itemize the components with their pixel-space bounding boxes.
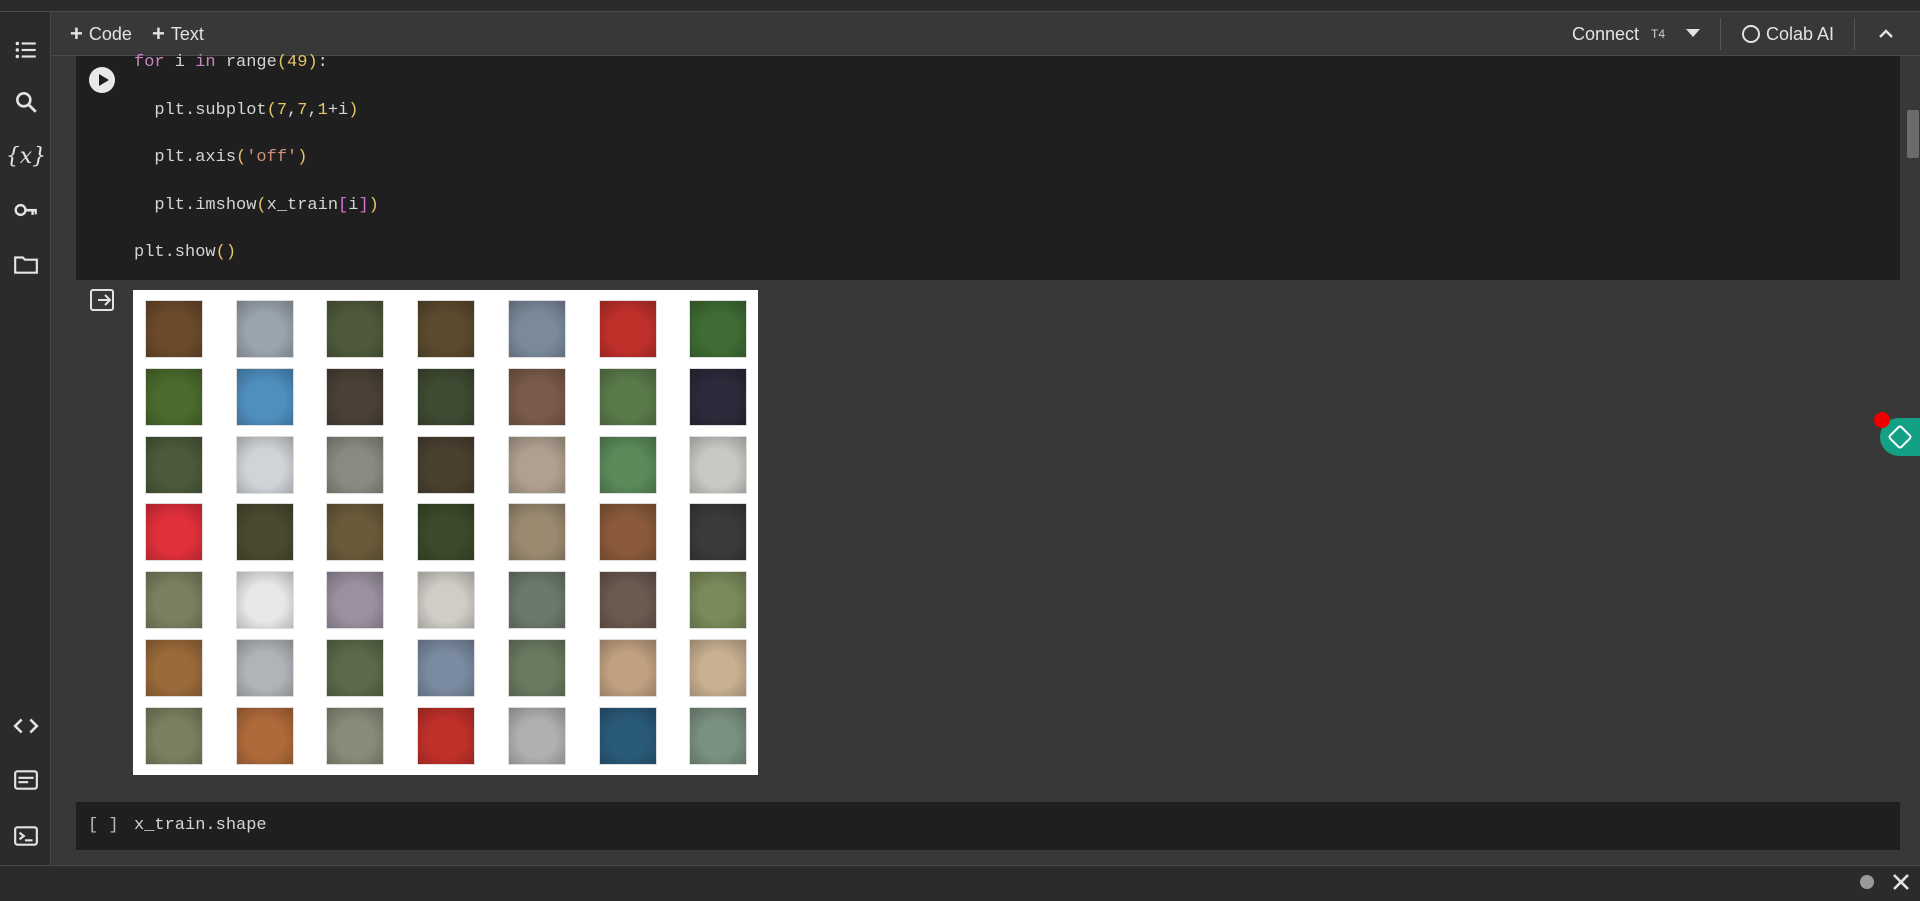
code-cell[interactable] xyxy=(76,802,1900,850)
status-dot-icon xyxy=(1860,875,1874,889)
thumbnail-image xyxy=(145,639,203,697)
thumbnail-image xyxy=(598,571,657,630)
code-line-5: plt.show() xyxy=(134,243,237,262)
code-cell[interactable] xyxy=(76,56,1900,280)
thumbnail-image xyxy=(507,571,566,630)
connect-button[interactable]: Connect T4 xyxy=(1572,21,1665,47)
command-palette-icon[interactable] xyxy=(10,764,42,796)
thumbnail-image xyxy=(235,435,294,494)
thumbnail-image xyxy=(145,300,203,358)
thumbnail-image xyxy=(235,639,294,697)
thumbnail-image xyxy=(507,503,566,562)
runtime-label: T4 xyxy=(1651,27,1666,41)
thumbnail-image xyxy=(326,435,385,494)
add-text-label: Text xyxy=(170,23,204,44)
scrollbar[interactable] xyxy=(1904,56,1920,865)
thumbnail-image xyxy=(235,300,294,358)
toc-icon[interactable] xyxy=(10,34,42,66)
code-line-shape: x_train.shape xyxy=(134,816,267,835)
terminal-icon[interactable] xyxy=(10,820,42,852)
add-text-button[interactable]: + Text xyxy=(152,21,204,47)
thumbnail-image xyxy=(417,435,476,494)
status-bar xyxy=(0,865,1920,901)
thumbnail-image xyxy=(689,435,748,494)
thumbnail-image xyxy=(689,503,748,562)
run-cell-button[interactable] xyxy=(89,67,115,93)
add-code-button[interactable]: + Code xyxy=(70,21,132,47)
left-sidebar: {x} xyxy=(0,12,51,865)
thumbnail-image xyxy=(326,571,385,630)
thumbnail-image xyxy=(145,435,203,494)
thumbnail-image xyxy=(507,706,566,765)
thumbnail-image xyxy=(235,706,294,765)
thumbnail-image xyxy=(689,300,748,358)
run-cell-brackets[interactable]: [ ] xyxy=(88,816,119,835)
chevron-up-icon[interactable] xyxy=(1878,26,1894,42)
code-line-3: plt.axis('off') xyxy=(134,148,308,167)
thumbnail-image xyxy=(235,571,294,630)
thumbnail-image xyxy=(145,706,203,765)
thumbnail-image xyxy=(326,706,385,765)
thumbnail-image xyxy=(598,706,657,765)
thumbnail-image xyxy=(598,367,657,426)
code-line-4: plt.imshow(x_train[i]) xyxy=(134,196,379,215)
thumbnail-image xyxy=(689,367,748,426)
image-grid-output xyxy=(133,290,758,775)
scrollbar-thumb[interactable] xyxy=(1907,110,1919,158)
thumbnail-image xyxy=(507,435,566,494)
thumbnail-image xyxy=(235,367,294,426)
variables-icon[interactable]: {x} xyxy=(6,140,46,172)
thumbnail-image xyxy=(417,503,476,562)
colab-app: {x} + Code + Text Connect T4 Colab AI fo… xyxy=(0,0,1920,901)
colab-ai-button[interactable]: Colab AI xyxy=(1742,21,1834,47)
thumbnail-image xyxy=(417,639,476,697)
plus-icon: + xyxy=(152,21,165,46)
thumbnail-image xyxy=(598,300,657,358)
thumbnail-image xyxy=(326,300,385,358)
thumbnail-image xyxy=(417,706,476,765)
plus-icon: + xyxy=(70,21,83,46)
thumbnail-image xyxy=(417,571,476,630)
output-actions-icon[interactable] xyxy=(90,288,116,312)
code-line-1: for i in range(49): xyxy=(134,53,328,72)
colab-ai-icon xyxy=(1742,25,1760,43)
thumbnail-image xyxy=(598,503,657,562)
thumbnail-image xyxy=(507,300,566,358)
thumbnail-image xyxy=(235,503,294,562)
notification-dot xyxy=(1874,412,1890,428)
thumbnail-image xyxy=(145,571,203,630)
thumbnail-image xyxy=(417,300,476,358)
add-code-label: Code xyxy=(88,23,132,44)
connect-label: Connect xyxy=(1572,23,1640,44)
thumbnail-image xyxy=(507,367,566,426)
chevron-down-icon[interactable] xyxy=(1686,29,1700,37)
code-line-2: plt.subplot(7,7,1+i) xyxy=(134,101,359,120)
toolbar-divider xyxy=(1854,18,1855,50)
code-snippets-icon[interactable] xyxy=(10,710,42,742)
thumbnail-image xyxy=(145,503,203,562)
toolbar-divider xyxy=(1720,18,1721,50)
thumbnail-image xyxy=(145,367,203,426)
thumbnail-image xyxy=(326,503,385,562)
key-icon[interactable] xyxy=(10,194,42,226)
thumbnail-image xyxy=(689,571,748,630)
folder-icon[interactable] xyxy=(10,248,42,280)
notebook-toolbar: + Code + Text Connect T4 Colab AI xyxy=(52,12,1920,56)
top-strip xyxy=(0,0,1920,12)
search-icon[interactable] xyxy=(10,86,42,118)
colab-ai-label: Colab AI xyxy=(1766,23,1835,44)
close-icon[interactable] xyxy=(1892,873,1910,891)
thumbnail-image xyxy=(326,639,385,697)
thumbnail-image xyxy=(598,435,657,494)
thumbnail-image xyxy=(417,367,476,426)
thumbnail-image xyxy=(598,639,657,697)
thumbnail-image xyxy=(326,367,385,426)
hexagon-icon xyxy=(1887,424,1913,450)
thumbnail-image xyxy=(689,706,748,765)
thumbnail-image xyxy=(689,639,748,697)
thumbnail-image xyxy=(507,639,566,697)
